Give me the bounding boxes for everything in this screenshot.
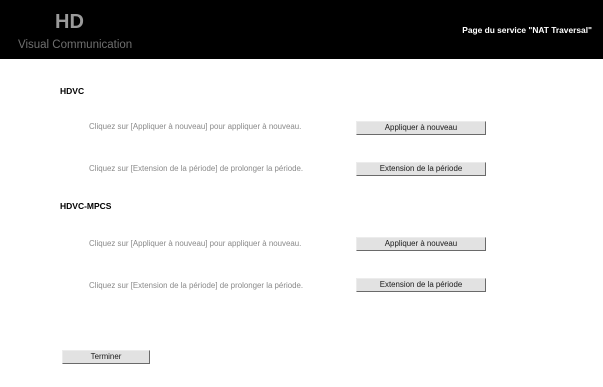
mpcs-extend-instruction: Cliquez sur [Extension de la période] de…	[89, 281, 304, 290]
logo: HD Visual Communication	[0, 0, 160, 59]
mpcs-extend-button[interactable]: Extension de la période	[356, 278, 486, 292]
finish-button[interactable]: Terminer	[62, 350, 150, 364]
mpcs-reapply-instruction: Cliquez sur [Appliquer à nouveau] pour a…	[89, 239, 302, 248]
logo-text: Visual Communication	[18, 39, 133, 51]
section-title-hdvc-mpcs: HDVC-MPCS	[60, 201, 112, 211]
page-title: Page du service "NAT Traversal"	[462, 25, 592, 35]
page: HD Visual Communication Page du service …	[0, 0, 603, 387]
logo-mark: HD	[55, 11, 84, 33]
hdvc-extend-instruction: Cliquez sur [Extension de la période] de…	[89, 164, 304, 173]
hdvc-reapply-button[interactable]: Appliquer à nouveau	[356, 121, 486, 135]
header-bar: HD Visual Communication Page du service …	[0, 0, 603, 59]
hdvc-reapply-instruction: Cliquez sur [Appliquer à nouveau] pour a…	[89, 122, 302, 131]
hdvc-extend-button[interactable]: Extension de la période	[356, 162, 486, 176]
section-title-hdvc: HDVC	[60, 86, 85, 96]
mpcs-reapply-button[interactable]: Appliquer à nouveau	[356, 237, 486, 251]
